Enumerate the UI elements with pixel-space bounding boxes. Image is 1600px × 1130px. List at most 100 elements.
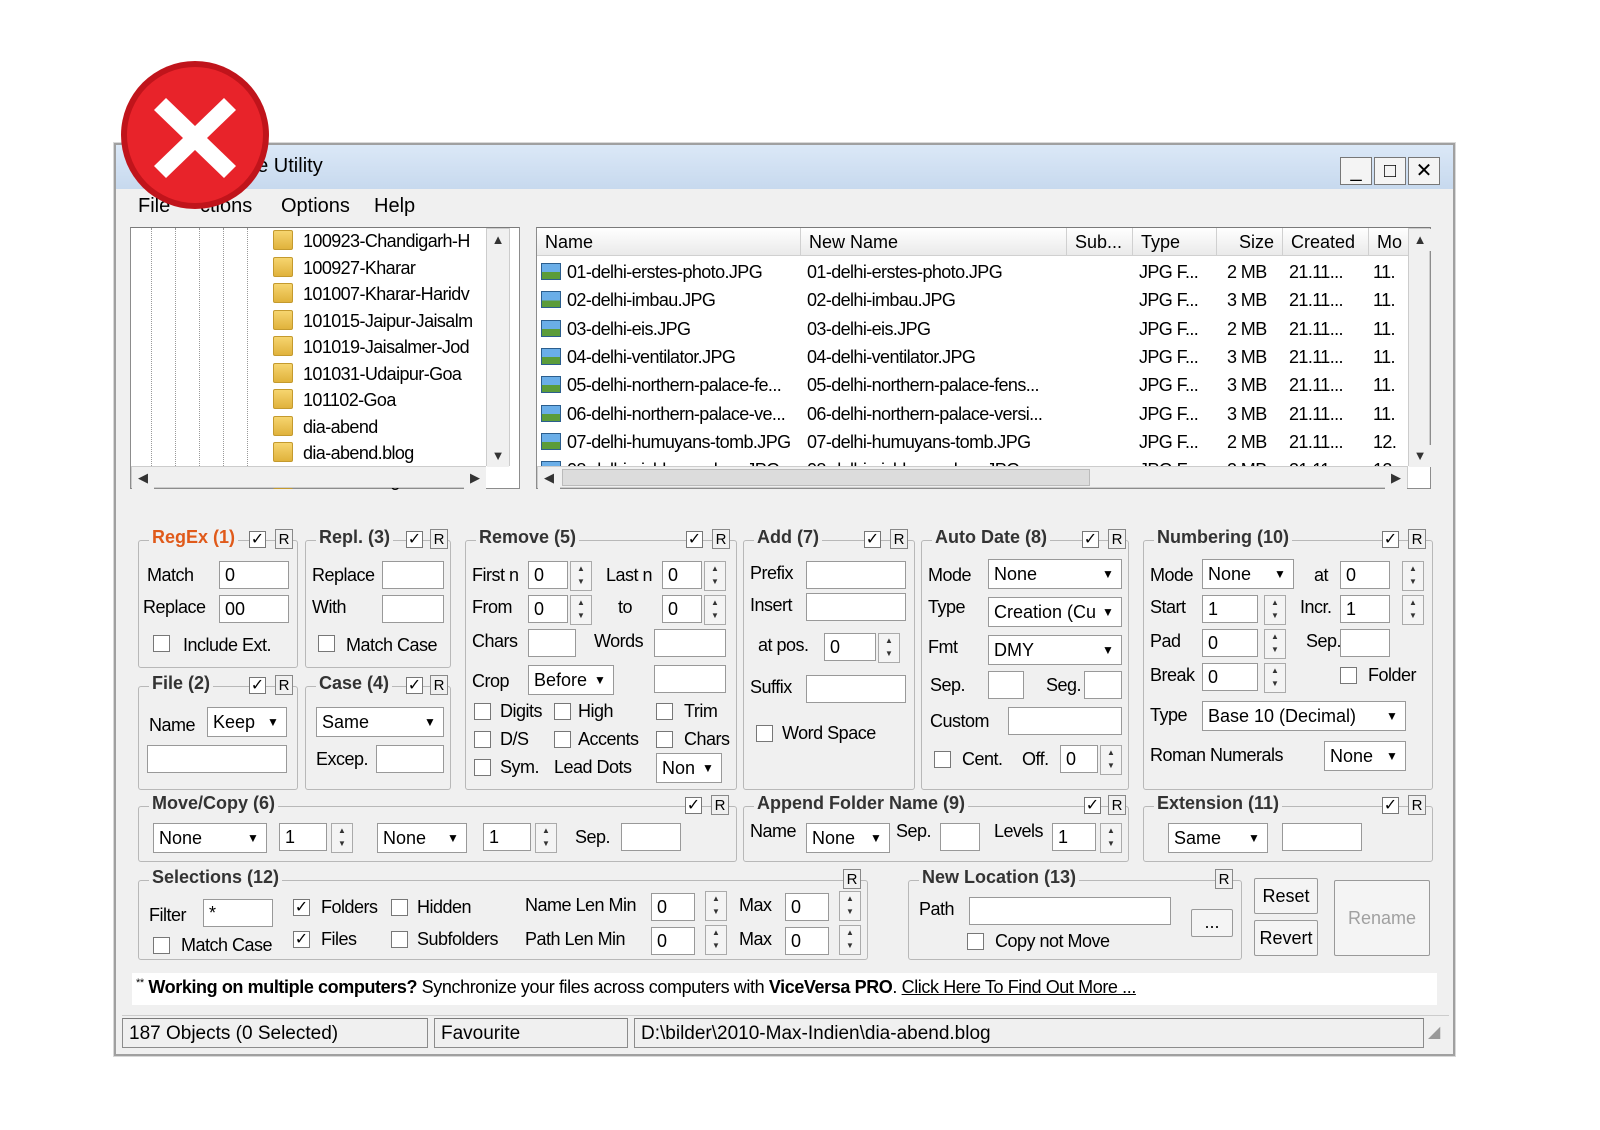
ad-sep-input[interactable] — [988, 671, 1024, 699]
extension-reset-button[interactable]: R — [1408, 795, 1426, 815]
col-modified[interactable]: Mo — [1369, 228, 1409, 256]
extension-enable-checkbox[interactable]: ✓ — [1382, 797, 1399, 814]
movecopy-dropdown-1[interactable]: None ▼ — [153, 823, 267, 853]
num-folder-checkbox[interactable] — [1340, 667, 1357, 684]
sym-checkbox[interactable] — [474, 759, 491, 776]
movecopy-enable-checkbox[interactable]: ✓ — [685, 797, 702, 814]
ds-checkbox[interactable] — [474, 731, 491, 748]
crop-dropdown[interactable]: Before ▼ — [528, 665, 614, 695]
table-row[interactable]: 01-delhi-erstes-photo.JPG 01-delhi-erstes… — [537, 260, 1407, 286]
maximize-button[interactable]: □ — [1374, 157, 1406, 185]
to-stepper[interactable]: ▲ ▼ — [704, 595, 726, 625]
include-ext-checkbox[interactable] — [153, 635, 170, 652]
scroll-right-icon[interactable]: ▶ — [1385, 467, 1407, 489]
table-row[interactable]: 06-delhi-northern-palace-ve... 06-delhi-n… — [537, 402, 1407, 428]
tree-hscroll[interactable]: ◀ ▶ — [131, 466, 486, 489]
movecopy-reset-button[interactable]: R — [711, 795, 729, 815]
ad-fmt-dropdown[interactable]: DMY ▼ — [988, 635, 1122, 665]
movecopy-dropdown-2[interactable]: None ▼ — [377, 823, 467, 853]
remove-reset-button[interactable]: R — [712, 529, 730, 549]
first-n-input[interactable]: 0 — [528, 561, 568, 589]
selections-reset-button[interactable]: R — [843, 869, 861, 889]
suffix-input[interactable] — [806, 675, 906, 703]
extension-input[interactable] — [1282, 823, 1362, 851]
af-levels-input[interactable]: 1 — [1052, 823, 1096, 851]
menu-help[interactable]: Help — [374, 195, 415, 218]
remove-enable-checkbox[interactable]: ✓ — [686, 531, 703, 548]
case-reset-button[interactable]: R — [430, 675, 448, 695]
files-vscroll[interactable]: ▲ ▼ — [1408, 228, 1431, 467]
prefix-input[interactable] — [806, 561, 906, 589]
col-new-name[interactable]: New Name — [801, 228, 1067, 256]
tree-item[interactable]: dia-abend.blog — [273, 442, 414, 464]
accents-checkbox[interactable] — [554, 731, 571, 748]
num-pad-input[interactable]: 0 — [1202, 629, 1258, 657]
subfolders-checkbox[interactable] — [391, 931, 408, 948]
lead-dots-dropdown[interactable]: Non ▼ — [656, 753, 722, 783]
filter-input[interactable]: * — [203, 899, 273, 927]
chars-input[interactable] — [528, 629, 576, 657]
name-len-max-stepper[interactable]: ▲ ▼ — [839, 891, 861, 921]
regex-enable-checkbox[interactable]: ✓ — [249, 531, 266, 548]
af-sep-input[interactable] — [940, 823, 980, 851]
ad-seg-input[interactable] — [1084, 671, 1122, 699]
last-n-stepper[interactable]: ▲ ▼ — [704, 561, 726, 591]
col-type[interactable]: Type — [1133, 228, 1217, 256]
regex-replace-input[interactable]: 00 — [219, 595, 289, 623]
scroll-right-icon[interactable]: ▶ — [464, 467, 486, 489]
last-n-input[interactable]: 0 — [662, 561, 702, 589]
newloc-reset-button[interactable]: R — [1215, 869, 1233, 889]
file-list[interactable]: Name New Name Sub... Type Size Created M… — [536, 227, 1431, 489]
num-sep-input[interactable] — [1340, 629, 1390, 657]
tree-item[interactable]: 101102-Goa — [273, 389, 396, 411]
to-input[interactable]: 0 — [662, 595, 702, 623]
high-checkbox[interactable] — [554, 703, 571, 720]
repl-reset-button[interactable]: R — [430, 529, 448, 549]
rename-button[interactable]: Rename — [1334, 880, 1430, 956]
repl-replace-input[interactable] — [382, 561, 444, 589]
name-len-min-stepper[interactable]: ▲ ▼ — [705, 891, 727, 921]
num-incr-stepper[interactable]: ▲ ▼ — [1402, 595, 1424, 625]
numbering-enable-checkbox[interactable]: ✓ — [1382, 531, 1399, 548]
cent-checkbox[interactable] — [934, 751, 951, 768]
scroll-thumb[interactable] — [562, 469, 1090, 486]
num-type-dropdown[interactable]: Base 10 (Decimal) ▼ — [1202, 701, 1406, 731]
browse-button[interactable]: ... — [1191, 909, 1233, 937]
repl-match-case-checkbox[interactable] — [318, 635, 335, 652]
table-row[interactable]: 04-delhi-ventilator.JPG 04-delhi-ventilat… — [537, 345, 1407, 371]
regex-match-input[interactable]: 0 — [219, 561, 289, 589]
first-n-stepper[interactable]: ▲ ▼ — [570, 561, 592, 591]
off-stepper[interactable]: ▲ ▼ — [1100, 745, 1122, 775]
from-stepper[interactable]: ▲ ▼ — [570, 595, 592, 625]
at-pos-stepper[interactable]: ▲ ▼ — [878, 633, 900, 663]
movecopy-count-1[interactable]: 1 — [279, 823, 327, 851]
path-len-max-stepper[interactable]: ▲ ▼ — [839, 925, 861, 955]
table-row[interactable]: 02-delhi-imbau.JPG 02-delhi-imbau.JPG JPG … — [537, 288, 1407, 314]
scroll-down-icon[interactable]: ▼ — [1409, 445, 1431, 467]
menu-options[interactable]: Options — [281, 195, 350, 218]
reset-button[interactable]: Reset — [1254, 878, 1318, 914]
tree-item[interactable]: 101007-Kharar-Haridv — [273, 283, 470, 305]
folders-checkbox[interactable]: ✓ — [293, 899, 310, 916]
resize-grip-icon[interactable]: ◢ — [1428, 1022, 1448, 1046]
ad-type-dropdown[interactable]: Creation (Cur ▼ — [988, 597, 1122, 627]
num-break-stepper[interactable]: ▲ ▼ — [1264, 663, 1286, 693]
insert-input[interactable] — [806, 593, 906, 621]
num-start-input[interactable]: 1 — [1202, 595, 1258, 623]
files-hscroll[interactable]: ◀ ▶ — [537, 466, 1408, 489]
file-name-dropdown[interactable]: Keep ▼ — [207, 707, 287, 737]
movecopy-stepper-2[interactable]: ▲ ▼ — [535, 823, 557, 853]
col-created[interactable]: Created — [1283, 228, 1369, 256]
chars-checkbox[interactable] — [656, 731, 673, 748]
num-start-stepper[interactable]: ▲ ▼ — [1264, 595, 1286, 625]
path-len-min-stepper[interactable]: ▲ ▼ — [705, 925, 727, 955]
regex-reset-button[interactable]: R — [275, 529, 293, 549]
case-enable-checkbox[interactable]: ✓ — [406, 677, 423, 694]
table-row[interactable]: 05-delhi-northern-palace-fe... 05-delhi-n… — [537, 373, 1407, 399]
num-pad-stepper[interactable]: ▲ ▼ — [1264, 629, 1286, 659]
files-checkbox[interactable]: ✓ — [293, 931, 310, 948]
tree-item[interactable]: 101019-Jaisalmer-Jod — [273, 336, 470, 358]
repl-with-input[interactable] — [382, 595, 444, 623]
case-excep-input[interactable] — [376, 745, 444, 773]
scroll-up-icon[interactable]: ▲ — [487, 229, 509, 251]
